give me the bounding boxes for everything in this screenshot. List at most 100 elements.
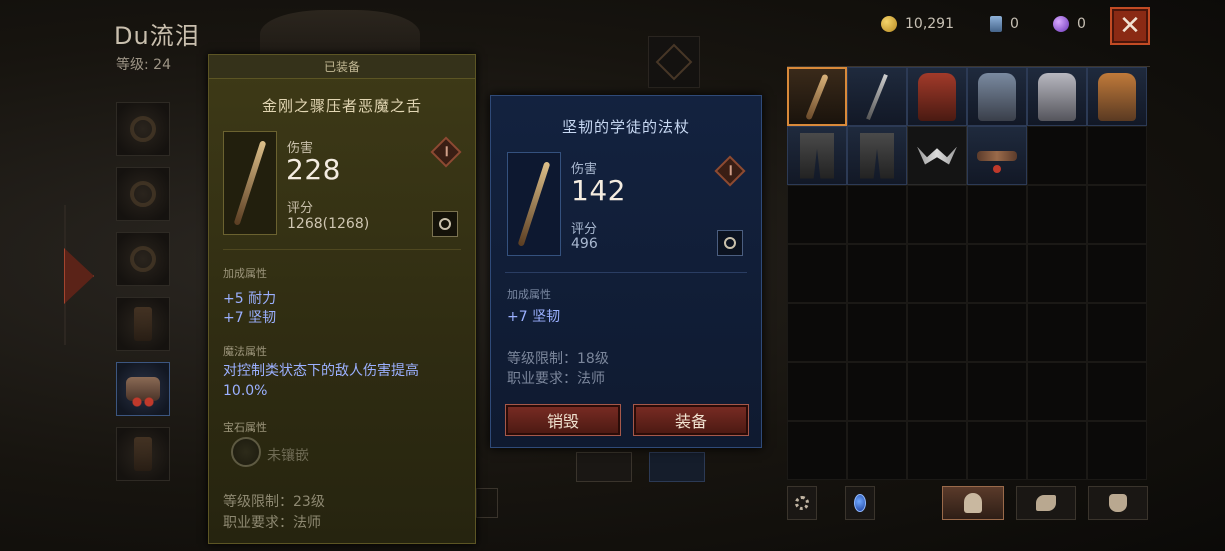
inventory-slot-empty[interactable] [847,362,907,421]
inspect-button[interactable] [432,211,458,237]
equipment-slot-ring[interactable] [576,452,632,482]
equipment-slot-partial[interactable] [476,488,498,518]
magnifier-icon [439,218,451,230]
inventory-slot-empty[interactable] [847,244,907,303]
level-requirement: 等级限制：18级 [507,351,609,367]
compare-icon[interactable] [430,136,462,168]
currency-orbs: 0 [1053,16,1086,32]
inventory-slot-empty[interactable] [1087,362,1147,421]
inventory-slot-empty[interactable] [1027,362,1087,421]
gem-icon [854,494,866,512]
inventory-slot-staff-selected[interactable] [787,67,847,126]
inventory-slot-empty[interactable] [1027,421,1087,480]
inventory-slot[interactable] [1087,67,1147,126]
socket-status: 未镶嵌 [267,448,309,464]
inventory-slot-empty[interactable] [1087,244,1147,303]
bag-icon [1109,494,1127,512]
inventory-slot-empty[interactable] [1027,244,1087,303]
orb-icon [1053,16,1069,32]
bonus-attribute: +7 坚韧 [223,310,277,326]
inspect-button[interactable] [717,230,743,256]
tab-equipment[interactable] [942,486,1004,520]
amulet-icon [130,116,156,142]
inventory-slot-empty[interactable] [1027,303,1087,362]
inventory-slot[interactable] [907,67,967,126]
score-value: 496 [571,236,598,252]
currency-gold: 10,291 [881,16,954,32]
level-requirement: 等级限制：23级 [223,494,325,510]
divider [505,272,747,273]
equip-button[interactable]: 装备 [633,404,749,436]
inventory-slot-empty[interactable] [787,362,847,421]
inventory-slot-empty[interactable] [967,421,1027,480]
inventory-slot-empty[interactable] [847,303,907,362]
equipped-item-image [223,131,277,235]
inventory-slot-empty[interactable] [907,244,967,303]
bonus-attributes-label: 加成属性 [223,267,267,280]
inventory-slot-empty[interactable] [787,421,847,480]
equipment-slot-off-hand[interactable] [649,452,705,482]
inventory-slot-empty[interactable] [1087,185,1147,244]
character-level: 等级: 24 [116,57,171,73]
inventory-slot-empty[interactable] [1027,126,1087,185]
inventory-slot[interactable] [967,126,1027,185]
gem-slot[interactable] [648,36,700,88]
staff-icon [805,73,829,120]
close-button[interactable]: ✕ [1110,7,1150,45]
inventory-slot[interactable] [967,67,1027,126]
inventory-slot[interactable] [787,126,847,185]
chest-armor-icon [918,72,956,121]
equipment-slot-amulet[interactable] [116,102,170,156]
inventory-slot-empty[interactable] [907,185,967,244]
inventory-slot-empty[interactable] [787,185,847,244]
equipment-slot-ring-2[interactable] [116,232,170,286]
inventory-slot[interactable] [847,67,907,126]
equipment-slot-gloves[interactable] [116,297,170,351]
tab-bag[interactable] [1088,486,1148,520]
inventory-slot-empty[interactable] [967,362,1027,421]
inventory-grid [787,67,1150,480]
inventory-slot-empty[interactable] [967,244,1027,303]
class-requirement: 职业要求：法师 [507,371,605,387]
boots-icon [134,437,152,471]
inventory-slot-empty[interactable] [1087,126,1147,185]
coin-icon [881,16,897,32]
magnifier-icon [724,237,736,249]
inventory-slot-empty[interactable] [907,362,967,421]
currency-orbs-value: 0 [1077,16,1086,32]
inventory-slot-empty[interactable] [787,244,847,303]
diamond-icon [655,43,693,81]
class-requirement: 职业要求：法师 [223,515,321,531]
equipment-slot-boots[interactable] [116,427,170,481]
inventory-slot[interactable] [907,126,967,185]
destroy-button[interactable]: 销毁 [505,404,621,436]
inventory-slot-empty[interactable] [907,303,967,362]
inventory-slot-empty[interactable] [847,421,907,480]
inventory-slot-empty[interactable] [967,185,1027,244]
equipped-item-tooltip: 已装备 金刚之骤压者恶魔之舌 伤害 228 评分 1268(1268) 加成属性… [208,54,476,544]
new-item-tooltip: 坚韧的学徒的法杖 伤害 142 评分 496 加成属性 +7 坚韧 等级限制：1… [490,95,762,448]
inventory-slot-empty[interactable] [847,185,907,244]
inventory-slot-empty[interactable] [967,303,1027,362]
score-value: 1268(1268) [287,216,370,232]
inventory-slot-empty[interactable] [1027,185,1087,244]
equipment-slot-ring-1[interactable] [116,167,170,221]
ring-icon [130,246,156,272]
tab-materials[interactable] [1016,486,1076,520]
inventory-slot-empty[interactable] [787,303,847,362]
pants-icon [860,132,894,179]
inventory-slot[interactable] [847,126,907,185]
gem-button[interactable] [845,486,875,520]
inventory-slot-empty[interactable] [1087,421,1147,480]
staff-icon [517,161,551,247]
bonus-attributes-label: 加成属性 [507,288,551,301]
inventory-slot-empty[interactable] [907,421,967,480]
settings-button[interactable] [787,486,817,520]
pants-icon [800,132,834,179]
chest-armor-icon [1098,72,1136,121]
inventory-slot[interactable] [1027,67,1087,126]
hand-icon [1036,495,1056,511]
inventory-slot-empty[interactable] [1087,303,1147,362]
compare-icon[interactable] [714,155,746,187]
equipment-slot-belt[interactable] [116,362,170,416]
